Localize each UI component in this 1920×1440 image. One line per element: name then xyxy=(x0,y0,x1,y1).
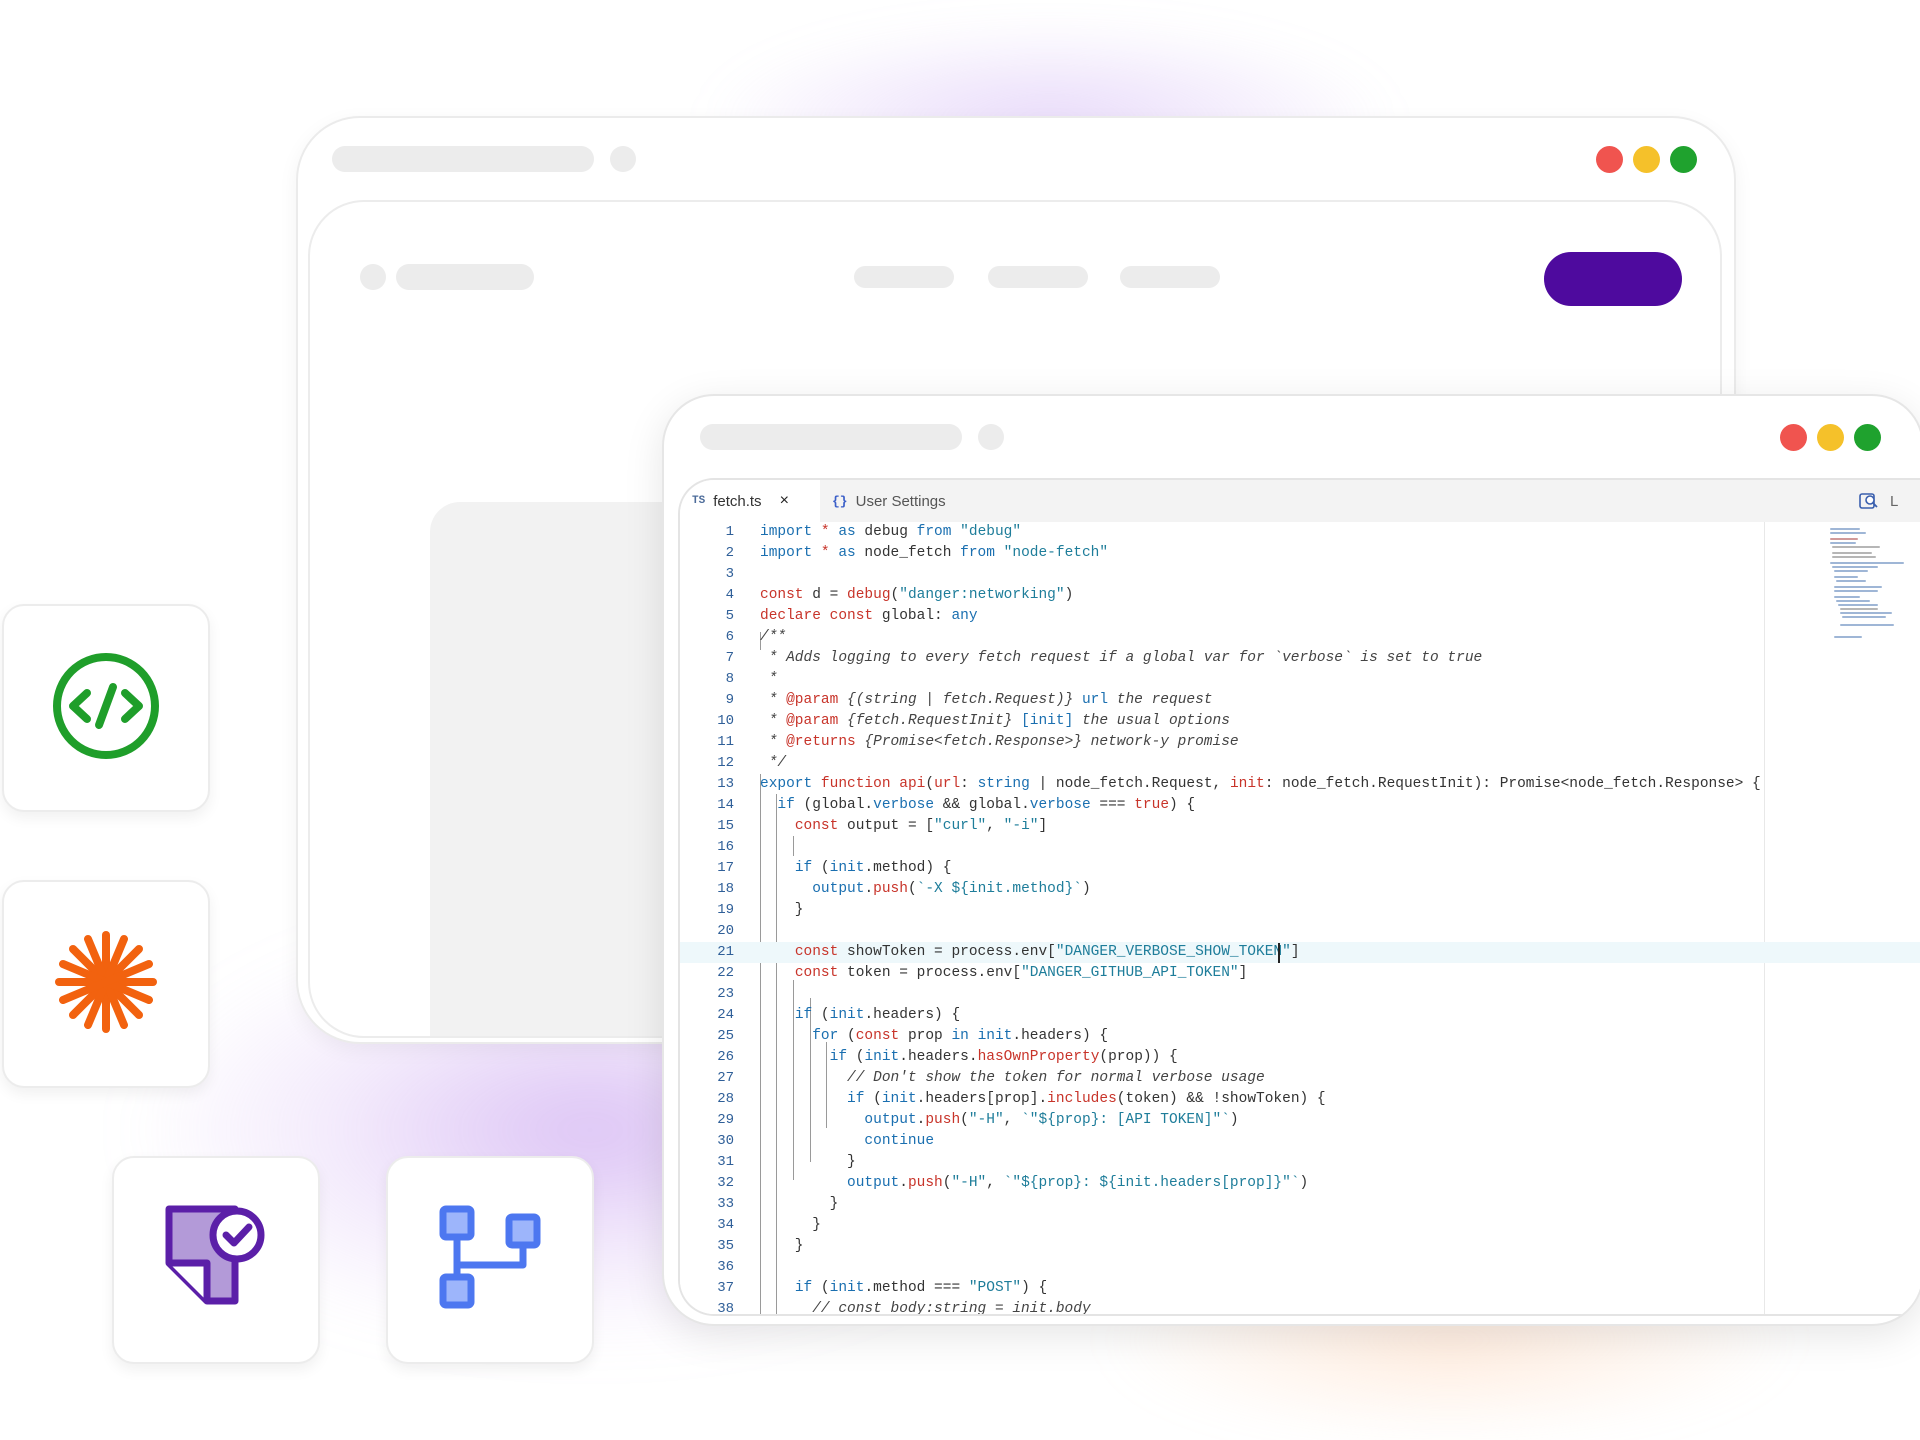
burst-feature-tile[interactable] xyxy=(2,880,210,1088)
flowchart-icon xyxy=(435,1203,545,1318)
code-line: 37 if (init.method === "POST") { xyxy=(717,1280,1048,1296)
json-file-icon: {} xyxy=(832,493,848,509)
code-line: 16 xyxy=(717,839,734,855)
code-feature-tile[interactable] xyxy=(2,604,210,812)
maximize-window-dot[interactable] xyxy=(1670,146,1697,173)
code-line: 36 xyxy=(717,1259,734,1275)
close-window-dot[interactable] xyxy=(1596,146,1623,173)
site-logo-placeholder xyxy=(360,264,386,290)
address-bar-placeholder xyxy=(332,146,594,172)
open-preview-icon[interactable] xyxy=(1858,490,1880,512)
code-line-highlighted: 21 const showToken = process.env["DANGER… xyxy=(680,942,1920,963)
code-line: 25 for (const prop in init.headers) { xyxy=(717,1028,1109,1044)
toolbar-dot-placeholder xyxy=(610,146,636,172)
code-line: 8 * xyxy=(725,671,778,687)
code-line: 31 } xyxy=(717,1154,856,1170)
code-line: 24 if (init.headers) { xyxy=(717,1007,961,1023)
text-cursor xyxy=(1278,943,1280,963)
code-line: 19 } xyxy=(717,902,804,918)
cta-button[interactable] xyxy=(1544,252,1682,306)
code-line: 35 } xyxy=(717,1238,804,1254)
code-line: 30 continue xyxy=(717,1133,935,1149)
toolbar-dot-placeholder xyxy=(978,424,1004,450)
code-brackets-icon xyxy=(51,651,161,766)
code-line: 22 const token = process.env["DANGER_GIT… xyxy=(717,965,1248,981)
document-feature-tile[interactable] xyxy=(112,1156,320,1364)
close-window-dot[interactable] xyxy=(1780,424,1807,451)
tab-label: fetch.ts xyxy=(713,492,762,510)
code-line: 34 } xyxy=(717,1217,821,1233)
code-line: 6/** xyxy=(725,629,787,645)
code-line: 23 xyxy=(717,986,734,1002)
code-line: 14 if (global.verbose && global.verbose … xyxy=(717,797,1196,813)
code-line: 26 if (init.headers.hasOwnProperty(prop)… xyxy=(717,1049,1178,1065)
nav-link-placeholder[interactable] xyxy=(1120,266,1220,288)
code-line: 9 * @param {(string | fetch.Request)} ur… xyxy=(725,692,1213,708)
code-line: 28 if (init.headers[prop].includes(token… xyxy=(717,1091,1326,1107)
code-line: 29 output.push("-H", `"${prop}: [API TOK… xyxy=(717,1112,1239,1128)
code-line: 15 const output = ["curl", "-i"] xyxy=(717,818,1048,834)
code-line: 4 const d = debug("danger:networking") xyxy=(725,587,1074,603)
nav-link-placeholder[interactable] xyxy=(988,266,1088,288)
code-line: 7 * Adds logging to every fetch request … xyxy=(725,650,1483,666)
code-line: 10 * @param {fetch.RequestInit} [init] t… xyxy=(717,713,1230,729)
close-tab-icon[interactable]: × xyxy=(780,492,789,510)
site-name-placeholder xyxy=(396,264,534,290)
code-line: 27 // Don't show the token for normal ve… xyxy=(717,1070,1265,1086)
code-line: 1 import * as debug from "debug" xyxy=(725,524,1022,540)
code-line: 18 output.push(`-X ${init.method}`) xyxy=(717,881,1091,897)
code-line: 17 if (init.method) { xyxy=(717,860,952,876)
nav-link-placeholder[interactable] xyxy=(854,266,954,288)
maximize-window-dot[interactable] xyxy=(1854,424,1881,451)
code-line: 32 output.push("-H", `"${prop}: ${init.h… xyxy=(717,1175,1309,1191)
document-check-icon xyxy=(161,1203,271,1318)
minimize-window-dot[interactable] xyxy=(1817,424,1844,451)
address-bar-placeholder xyxy=(700,424,962,450)
overflow-tab[interactable]: L xyxy=(1890,480,1920,522)
tab-fetch-ts[interactable]: TS fetch.ts × xyxy=(680,480,820,522)
code-line: 13 export function api(url: string | node… xyxy=(717,776,1761,792)
code-line: 2 import * as node_fetch from "node-fetch… xyxy=(725,545,1109,561)
code-area[interactable]: 1 import * as debug from "debug" 2 import … xyxy=(680,522,1920,1314)
code-line: 12 */ xyxy=(717,755,787,771)
code-line: 33 } xyxy=(717,1196,839,1212)
typescript-file-icon: TS xyxy=(692,495,706,507)
starburst-icon xyxy=(51,927,161,1042)
code-line: 20 xyxy=(717,923,734,939)
code-line: 38 // const body:string = init.body xyxy=(717,1301,1091,1316)
code-line: 5 declare const global: any xyxy=(725,608,978,624)
code-line: 11 * @returns {Promise<fetch.Response>} … xyxy=(717,734,1239,750)
minimize-window-dot[interactable] xyxy=(1633,146,1660,173)
editor-tab-bar: TS fetch.ts × {} User Settings L xyxy=(680,480,1920,523)
tab-label: User Settings xyxy=(855,492,946,510)
tab-user-settings[interactable]: {} User Settings xyxy=(820,480,990,522)
code-line: 3 xyxy=(725,566,734,582)
flow-feature-tile[interactable] xyxy=(386,1156,594,1364)
code-editor-window: TS fetch.ts × {} User Settings L 1 impor… xyxy=(662,394,1920,1326)
editor-panel: TS fetch.ts × {} User Settings L 1 impor… xyxy=(678,478,1920,1316)
